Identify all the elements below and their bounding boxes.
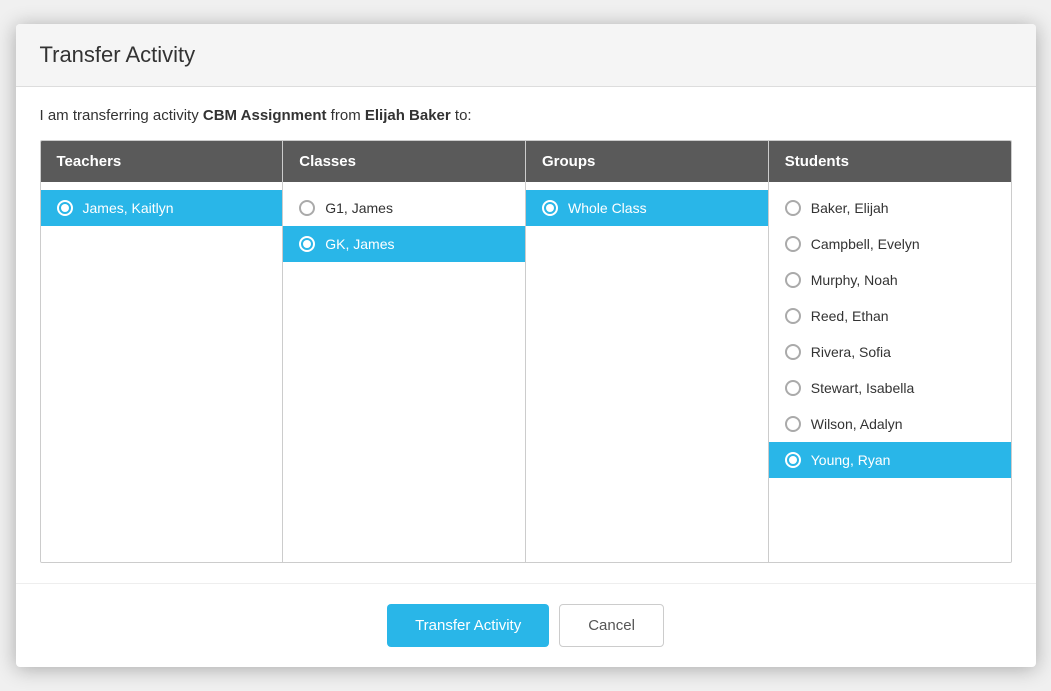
classes-column-header: Classes [283, 141, 525, 182]
list-item[interactable]: Wilson, Adalyn [769, 406, 1011, 442]
groups-column: Groups Whole Class [526, 141, 769, 562]
groups-column-header: Groups [526, 141, 768, 182]
list-item[interactable]: Reed, Ethan [769, 298, 1011, 334]
students-column-body: Baker, Elijah Campbell, Evelyn Murphy, N… [769, 182, 1011, 562]
classes-column-body: G1, James GK, James [283, 182, 525, 562]
cancel-button[interactable]: Cancel [559, 604, 664, 647]
radio-circle [785, 452, 801, 468]
classes-column: Classes G1, James GK, James [283, 141, 526, 562]
radio-circle [785, 200, 801, 216]
groups-column-body: Whole Class [526, 182, 768, 562]
students-column-header: Students [769, 141, 1011, 182]
list-item[interactable]: Stewart, Isabella [769, 370, 1011, 406]
list-item[interactable]: James, Kaitlyn [41, 190, 283, 226]
list-item[interactable]: G1, James [283, 190, 525, 226]
dialog-body: I am transferring activity CBM Assignmen… [16, 87, 1036, 583]
dialog-title: Transfer Activity [40, 42, 1012, 68]
list-item[interactable]: Baker, Elijah [769, 190, 1011, 226]
list-item[interactable]: GK, James [283, 226, 525, 262]
dialog-footer: Transfer Activity Cancel [16, 583, 1036, 667]
radio-dot [61, 204, 69, 212]
list-item[interactable]: Rivera, Sofia [769, 334, 1011, 370]
transfer-activity-dialog: Transfer Activity I am transferring acti… [16, 24, 1036, 667]
radio-circle [57, 200, 73, 216]
radio-circle [299, 200, 315, 216]
list-item[interactable]: Campbell, Evelyn [769, 226, 1011, 262]
radio-circle [785, 272, 801, 288]
radio-circle [785, 416, 801, 432]
radio-circle [785, 308, 801, 324]
radio-circle [299, 236, 315, 252]
teachers-column-header: Teachers [41, 141, 283, 182]
teachers-column-body: James, Kaitlyn [41, 182, 283, 562]
transfer-activity-button[interactable]: Transfer Activity [387, 604, 549, 647]
radio-dot [789, 456, 797, 464]
radio-dot [546, 204, 554, 212]
transfer-info: I am transferring activity CBM Assignmen… [40, 107, 1012, 124]
radio-circle [785, 380, 801, 396]
radio-circle [785, 344, 801, 360]
radio-dot [303, 240, 311, 248]
radio-circle [785, 236, 801, 252]
list-item[interactable]: Murphy, Noah [769, 262, 1011, 298]
list-item[interactable]: Whole Class [526, 190, 768, 226]
dialog-header: Transfer Activity [16, 24, 1036, 87]
radio-circle [542, 200, 558, 216]
students-column: Students Baker, Elijah Campbell, Evelyn … [769, 141, 1011, 562]
teachers-column: Teachers James, Kaitlyn [41, 141, 284, 562]
columns-container: Teachers James, Kaitlyn Classes [40, 140, 1012, 563]
list-item[interactable]: Young, Ryan [769, 442, 1011, 478]
